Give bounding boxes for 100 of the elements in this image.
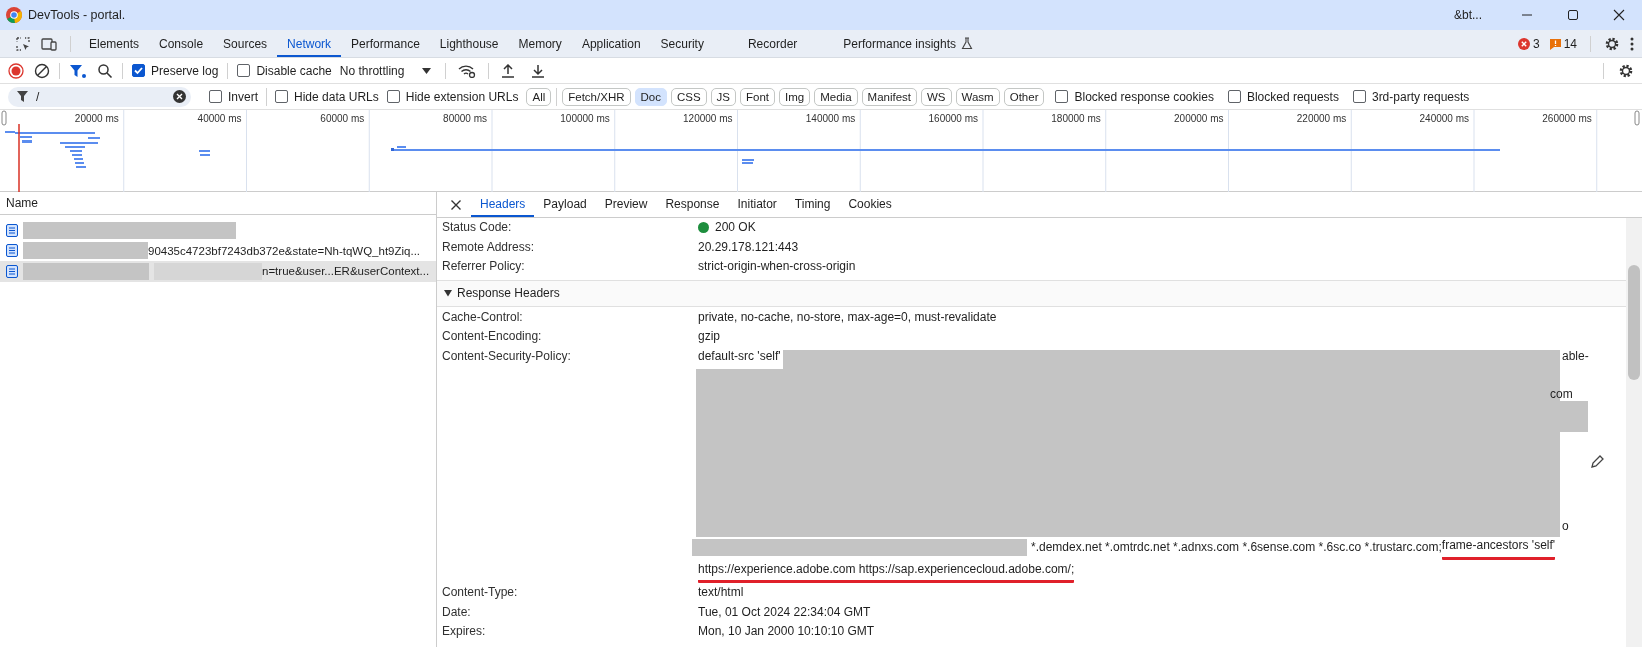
- time-tick-label: 40000 ms: [197, 113, 242, 124]
- checkbox[interactable]: [386, 90, 400, 103]
- settings-icon[interactable]: [1604, 35, 1620, 52]
- more-menu-icon[interactable]: [1630, 36, 1634, 51]
- panel-tab[interactable]: Security: [650, 32, 714, 57]
- filter-field[interactable]: /: [8, 86, 191, 107]
- checkbox-option[interactable]: Blocked response cookies: [1055, 89, 1214, 104]
- checkbox[interactable]: [209, 90, 222, 103]
- error-icon: [1517, 37, 1530, 50]
- header-value: Mon, 10 Jan 2000 10:10:10 GMT: [698, 623, 876, 640]
- settings-icon[interactable]: [1618, 62, 1634, 79]
- error-count[interactable]: 3: [1532, 36, 1540, 51]
- checkbox-option[interactable]: Preserve log: [132, 63, 219, 78]
- header-value-fragment: able-: [1562, 347, 1589, 365]
- type-filter-button[interactable]: Manifest: [861, 87, 917, 106]
- checkbox-option[interactable]: Blocked requests: [1227, 89, 1339, 104]
- filter-icon[interactable]: [69, 62, 87, 79]
- type-filter-button[interactable]: JS: [710, 87, 737, 106]
- checkbox-option[interactable]: Invert: [209, 89, 258, 104]
- stop-recording-icon[interactable]: [8, 62, 24, 79]
- details-tab[interactable]: Timing: [785, 192, 840, 217]
- time-tick-label: 260000 ms: [1542, 113, 1592, 124]
- details-tab[interactable]: Cookies: [839, 192, 901, 217]
- checkbox[interactable]: [1352, 90, 1366, 103]
- checkbox[interactable]: [1055, 90, 1069, 103]
- time-tick-label: 100000 ms: [560, 113, 610, 124]
- checkbox-option[interactable]: Hide extension URLs: [386, 89, 519, 104]
- panel-tab[interactable]: Sources: [213, 32, 278, 57]
- details-tab[interactable]: Preview: [595, 192, 657, 217]
- panel-tab[interactable]: Performance insights: [833, 32, 984, 57]
- details-tab[interactable]: Payload: [534, 192, 596, 217]
- checkbox-option[interactable]: Disable cache: [237, 63, 332, 78]
- type-filter-button[interactable]: WS: [921, 87, 952, 106]
- request-row[interactable]: 90435c4723bf7243db372e&state=Nh-tqWQ_ht9Ziq...: [0, 240, 436, 261]
- header-name: Content-Security-Policy:: [442, 347, 572, 365]
- checkmark-icon: [133, 65, 144, 76]
- details-tab[interactable]: Headers: [471, 192, 535, 217]
- chrome-logo-icon: [6, 7, 22, 23]
- details-tab[interactable]: Initiator: [728, 192, 786, 217]
- details-tab[interactable]: Response: [656, 192, 729, 217]
- type-filter-button[interactable]: Wasm: [955, 87, 1000, 106]
- panel-tab[interactable]: Elements: [79, 32, 150, 57]
- type-filter-button[interactable]: All: [526, 87, 552, 106]
- highlighted-header-value: https://experience.adobe.com https://sap.experiencecloud.adobe.com/;: [698, 559, 1075, 583]
- document-icon: [6, 223, 18, 237]
- range-handle[interactable]: [1634, 110, 1640, 126]
- checkbox-option[interactable]: Hide data URLs: [275, 89, 379, 104]
- checkbox-option[interactable]: 3rd-party requests: [1352, 89, 1470, 104]
- close-icon[interactable]: [1613, 9, 1625, 21]
- checkbox[interactable]: [1227, 90, 1241, 103]
- type-filter-button[interactable]: Img: [779, 87, 811, 106]
- panel-tab[interactable]: Lighthouse: [429, 32, 509, 57]
- header-value: 200 OK: [715, 219, 756, 236]
- time-tick-label: 180000 ms: [1051, 113, 1101, 124]
- flask-icon: [961, 37, 974, 50]
- caret-icon: [422, 67, 432, 74]
- header-value-fragment: com: [1550, 385, 1573, 403]
- network-conditions-icon[interactable]: [458, 63, 477, 78]
- header-value: *.demdex.net *.omtrdc.net *.adnxs.com *.6sense.com *.6sc.co *.trustarc.com;: [1031, 539, 1442, 556]
- warning-icon: [1549, 37, 1561, 50]
- type-filter-button[interactable]: Fetch/XHR: [562, 87, 631, 106]
- request-name: n=true&user...ER&userContext...: [262, 265, 430, 278]
- maximize-icon[interactable]: [1567, 9, 1579, 21]
- column-header[interactable]: Name: [6, 196, 38, 210]
- device-icon[interactable]: [41, 35, 57, 52]
- type-filter-button[interactable]: Other: [1003, 87, 1045, 106]
- type-filter-button[interactable]: Media: [814, 87, 858, 106]
- panel-tab[interactable]: Recorder: [737, 32, 808, 57]
- panel-tab[interactable]: Network: [277, 32, 342, 57]
- checkbox[interactable]: [132, 64, 145, 77]
- panel-tab[interactable]: Performance: [341, 32, 430, 57]
- document-icon: [6, 244, 18, 258]
- time-tick-label: 200000 ms: [1174, 113, 1224, 124]
- time-tick-label: 80000 ms: [443, 113, 487, 124]
- clear-icon[interactable]: [34, 62, 50, 79]
- panel-tab[interactable]: Console: [149, 32, 214, 57]
- type-filter-button[interactable]: Doc: [634, 87, 667, 106]
- warning-count[interactable]: 14: [1563, 36, 1577, 51]
- header-value: gzip: [698, 328, 721, 345]
- throttling-dropdown[interactable]: No throttling: [339, 63, 432, 78]
- checkbox[interactable]: [237, 64, 251, 77]
- download-icon[interactable]: [531, 63, 546, 78]
- search-icon[interactable]: [97, 62, 113, 79]
- panel-tab[interactable]: Memory: [508, 32, 572, 57]
- request-row[interactable]: n=true&user...ER&userContext...: [0, 261, 436, 282]
- window-title: DevTools - portal.: [28, 8, 126, 22]
- clear-icon[interactable]: [173, 90, 186, 103]
- close-icon[interactable]: [451, 199, 461, 210]
- header-name: Status Code:: [442, 219, 513, 236]
- scrollbar[interactable]: [1626, 218, 1642, 647]
- checkbox[interactable]: [275, 90, 288, 103]
- edit-icon[interactable]: [1591, 453, 1605, 468]
- type-filter-button[interactable]: Font: [740, 87, 776, 106]
- range-handle[interactable]: [1, 110, 7, 126]
- type-filter-button[interactable]: CSS: [670, 87, 707, 106]
- inspect-icon[interactable]: [15, 35, 31, 52]
- upload-icon[interactable]: [501, 63, 516, 78]
- section-header[interactable]: Response Headers: [437, 279, 1626, 307]
- header-value: private, no-cache, no-store, max-age=0, must-revalidate: [698, 308, 998, 326]
- panel-tab[interactable]: Application: [571, 32, 651, 57]
